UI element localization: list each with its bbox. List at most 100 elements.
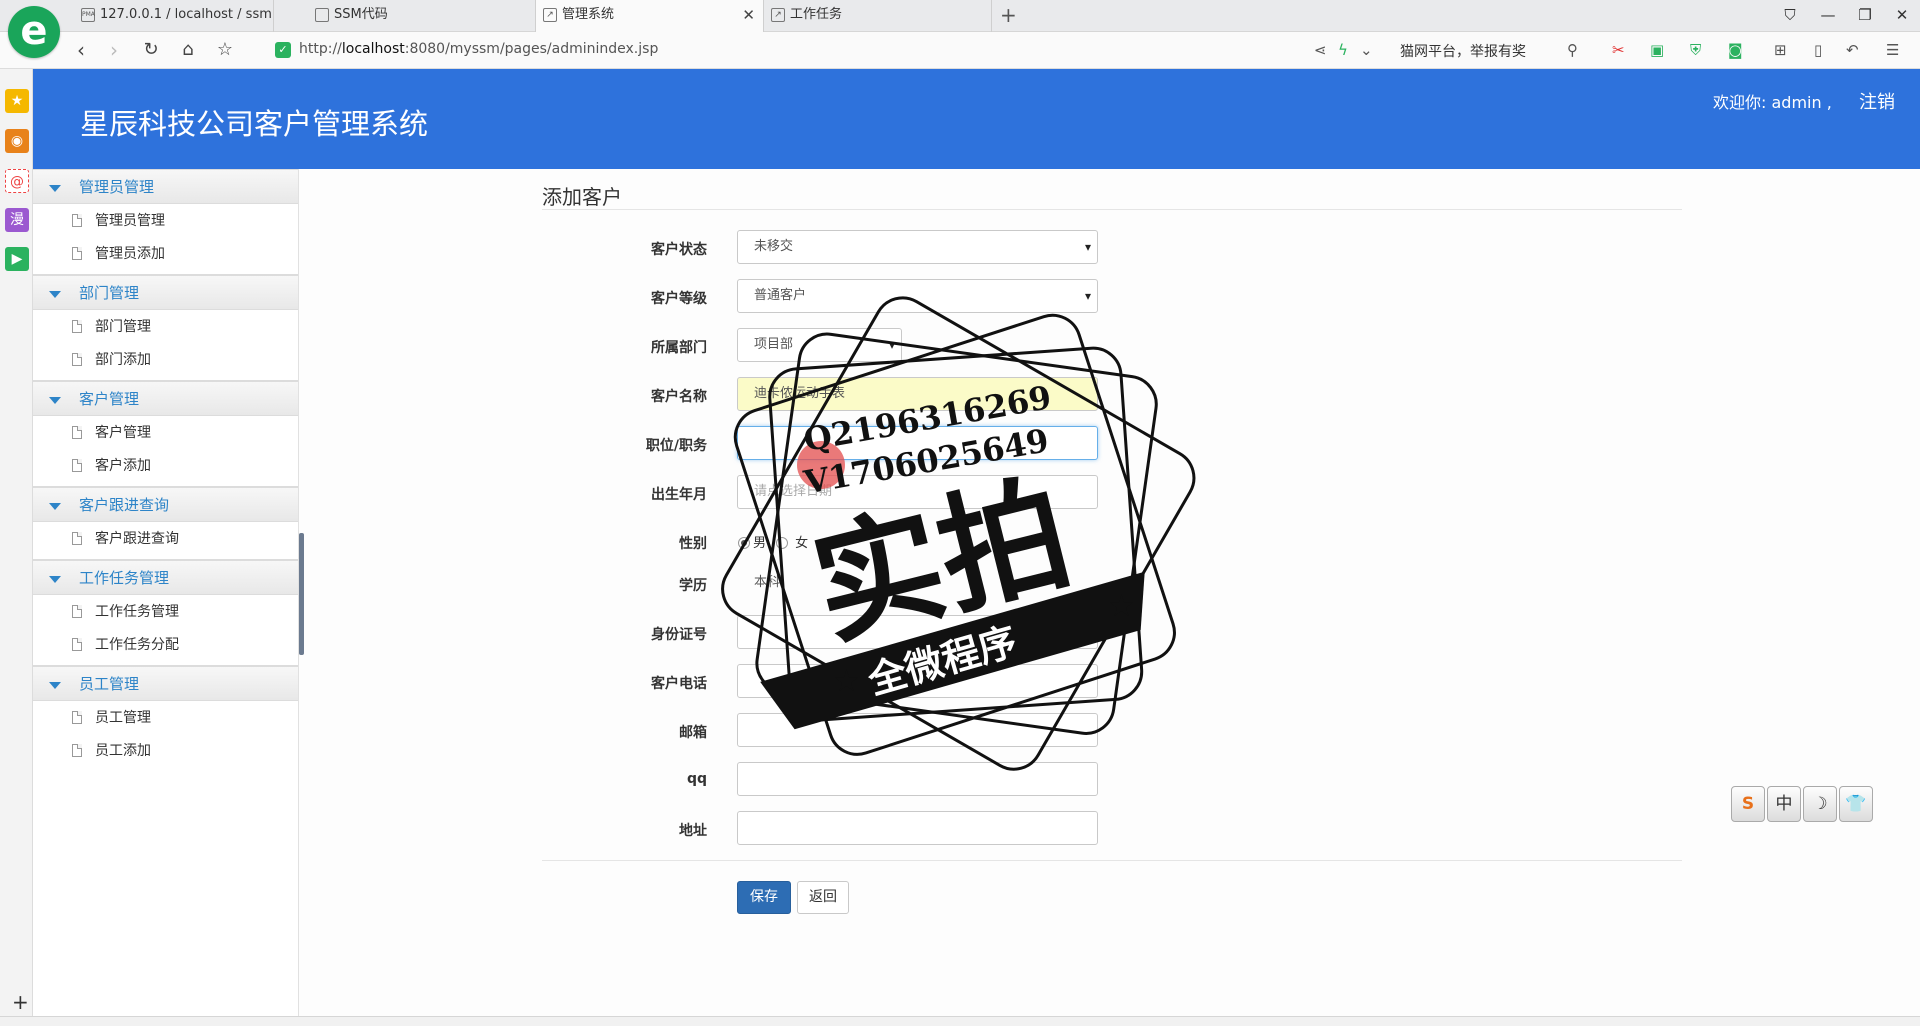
sidebar-item-dept-add[interactable]: 部门添加 [33,344,298,377]
sidebar-item-dept-manage[interactable]: 部门管理 [33,311,298,344]
home-icon[interactable]: ⌂ [174,36,202,64]
minimize-button[interactable]: — [1813,0,1843,30]
gender-male-radio[interactable] [738,537,750,549]
sidebar-group-header[interactable]: 客户跟进查询 [33,487,298,522]
sidebar-item-followup-query[interactable]: 客户跟进查询 [33,523,298,556]
ime-chinese-toggle[interactable]: 中 [1767,786,1801,822]
security-shield-icon[interactable]: ⛨ [1690,41,1701,59]
lightning-icon[interactable]: ϟ [1338,41,1348,59]
email-input[interactable] [737,713,1098,747]
sidebar-group-header[interactable]: 工作任务管理 [33,560,298,595]
back-nav-icon[interactable]: ‹ [67,36,95,64]
shield-icon[interactable]: ✓ [275,42,291,58]
customer-name-input[interactable]: 迪卡侬运动手表 [737,377,1098,411]
forward-nav-icon[interactable]: › [100,36,128,64]
comic-icon[interactable]: 漫 [5,208,29,232]
caret-down-icon [49,576,61,583]
sidebar-item-admin-manage[interactable]: 管理员管理 [33,205,298,238]
sidebar-item-customer-manage[interactable]: 客户管理 [33,417,298,450]
tab-label: 工作任务 [790,7,843,22]
browser-tab-management[interactable]: ↗ 管理系统 ✕ [536,0,764,32]
share-icon[interactable]: ⋖ [1314,41,1327,59]
chart-icon: ↗ [771,8,785,22]
position-input[interactable] [737,426,1098,460]
birth-label: 出生年月 [651,487,707,503]
document-icon [72,247,82,260]
sidebar-group-title: 员工管理 [79,675,140,693]
sidebar-item-admin-add[interactable]: 管理员添加 [33,238,298,271]
dept-select[interactable]: 项目部 [737,328,902,362]
sidebar-group-title: 管理员管理 [79,178,155,196]
sidebar-item-label: 部门管理 [95,319,151,335]
position-label: 职位/职务 [645,438,707,454]
sidebar-item-label: 工作任务管理 [95,604,179,620]
sidebar: 管理员管理 管理员管理 管理员添加 部门管理 部门管理 部门添加 客户管理 客户… [33,169,299,1026]
sidebar-item-task-manage[interactable]: 工作任务管理 [33,596,298,629]
sidebar-group-dept: 部门管理 部门管理 部门添加 [33,275,298,381]
tablet-icon[interactable]: ▯ [1814,41,1822,59]
birth-date-input[interactable]: 请点选择日期 [737,475,1098,509]
game-icon[interactable]: ◙ [1728,41,1743,59]
sidebar-item-task-assign[interactable]: 工作任务分配 [33,629,298,662]
sidebar-item-employee-add[interactable]: 员工添加 [33,735,298,768]
restore-button[interactable]: ❐ [1850,0,1880,30]
search-input[interactable]: 猫网平台，举报有奖 [1400,41,1526,61]
browser-tab-ssm-code[interactable]: SSM代码 [308,0,536,32]
sidebar-item-label: 客户管理 [95,425,151,441]
browser-logo-icon[interactable]: e [8,6,60,58]
shirt-skin-icon[interactable]: ⛉ [1775,0,1805,30]
close-tab-icon[interactable]: ✕ [742,0,755,30]
new-tab-button[interactable]: + [1000,0,1017,30]
url-input[interactable]: http://localhost:8080/myssm/pages/admini… [299,41,658,57]
sogou-icon[interactable]: S [1731,786,1765,822]
sidebar-group-title: 客户管理 [79,390,140,408]
browser-side-strip: ★ ◉ @ 漫 ▶ [0,69,33,1026]
browser-tab-phpmyadmin[interactable]: PMA 127.0.0.1 / localhost / ssmkeh [74,0,274,32]
address-input[interactable] [737,811,1098,845]
search-icon[interactable]: ⚲ [1567,41,1578,59]
sidebar-scrollbar[interactable] [299,533,304,655]
weibo-icon[interactable]: ◉ [5,129,29,153]
scissors-icon[interactable]: ✂ [1612,41,1625,59]
education-select[interactable]: 本科 [737,566,1098,600]
name-label: 客户名称 [651,389,707,405]
idcard-input[interactable] [737,615,1098,649]
bookmark-star-icon[interactable]: ☆ [211,36,239,64]
sidebar-group-header[interactable]: 管理员管理 [33,169,298,204]
add-sidebar-item-icon[interactable]: + [12,990,29,1014]
logout-link[interactable]: 注销 [1859,88,1895,114]
phone-input[interactable] [737,664,1098,698]
sidebar-group-header[interactable]: 员工管理 [33,666,298,701]
status-bar [0,1016,1920,1026]
tab-label: 127.0.0.1 / localhost / ssmkeh [100,7,273,22]
sidebar-group-header[interactable]: 客户管理 [33,381,298,416]
sidebar-item-label: 部门添加 [95,352,151,368]
qq-input[interactable] [737,762,1098,796]
reload-icon[interactable]: ↻ [137,36,165,64]
star-icon: ★ [1108,589,1135,624]
level-label: 客户等级 [651,291,707,307]
status-select[interactable]: 未移交 [737,230,1098,264]
back-button[interactable]: 返回 [797,881,849,914]
video-icon[interactable]: ▶ [5,247,29,271]
email-label: 邮箱 [679,725,707,741]
apps-grid-icon[interactable]: ⊞ [1774,41,1787,59]
close-window-button[interactable]: ✕ [1887,0,1917,30]
browser-tab-work-task[interactable]: ↗ 工作任务 [764,0,992,32]
menu-icon[interactable]: ☰ [1886,41,1899,59]
gender-female-radio[interactable] [776,537,789,549]
skin-shirt-icon[interactable]: 👕 [1839,786,1873,822]
moon-icon[interactable]: ☽ [1803,786,1837,822]
email-icon[interactable]: @ [5,169,29,193]
sidebar-item-customer-add[interactable]: 客户添加 [33,450,298,483]
favorites-star-icon[interactable]: ★ [5,89,29,113]
chevron-down-icon[interactable]: ⌄ [1360,41,1373,59]
undo-icon[interactable]: ↶ [1846,41,1859,59]
document-icon [72,711,82,724]
sidebar-group-header[interactable]: 部门管理 [33,275,298,310]
level-select[interactable]: 普通客户 [737,279,1098,313]
extension-icon[interactable]: ▣ [1650,41,1664,59]
save-button[interactable]: 保存 [737,881,791,914]
url-prefix: http:// [299,41,342,57]
sidebar-item-employee-manage[interactable]: 员工管理 [33,702,298,735]
